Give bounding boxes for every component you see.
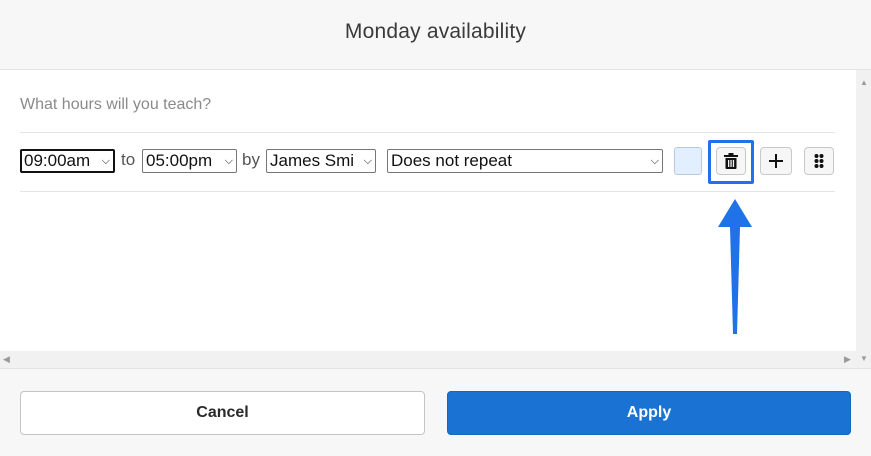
chevron-down-icon: ⌵: [650, 155, 659, 167]
end-time-value: 05:00pm: [146, 151, 213, 170]
repeat-value: Does not repeat: [391, 151, 512, 170]
scroll-left-icon[interactable]: ◀: [3, 354, 10, 365]
vertical-scrollbar[interactable]: ▲ ▼: [856, 70, 871, 368]
dialog-header: Monday availability: [0, 0, 871, 70]
end-time-select[interactable]: 05:00pm ⌵: [142, 149, 237, 173]
chevron-down-icon: ⌵: [224, 155, 233, 167]
plus-icon: [769, 154, 783, 168]
scroll-up-icon[interactable]: ▲: [860, 78, 868, 87]
scroll-right-icon[interactable]: ▶: [844, 354, 851, 365]
color-swatch[interactable]: [674, 147, 702, 175]
to-label: to: [121, 150, 136, 169]
cancel-button[interactable]: Cancel: [20, 391, 425, 435]
drag-button[interactable]: [804, 147, 834, 175]
by-label: by: [242, 150, 260, 169]
chevron-down-icon: ⌵: [363, 155, 372, 167]
scroll-down-icon[interactable]: ▼: [860, 354, 868, 363]
dialog-title: Monday availability: [344, 19, 527, 43]
start-time-select[interactable]: 09:00am ⌵: [20, 149, 115, 173]
question-label: What hours will you teach?: [20, 96, 212, 113]
dialog-footer: Cancel Apply: [0, 368, 871, 456]
start-time-value: 09:00am: [24, 151, 91, 170]
teacher-select[interactable]: James Smi ⌵: [266, 149, 376, 173]
add-button[interactable]: [760, 147, 792, 175]
availability-row: 09:00am ⌵ to 05:00pm ⌵ by James Smi ⌵ Do…: [20, 132, 835, 192]
delete-button-highlight: [708, 140, 754, 184]
horizontal-scrollbar[interactable]: ◀ ▶: [0, 351, 856, 368]
drag-handle-icon: [814, 154, 824, 168]
repeat-select[interactable]: Does not repeat ⌵: [387, 149, 663, 173]
arrow-up-icon: [718, 199, 752, 334]
apply-button[interactable]: Apply: [447, 391, 851, 435]
teacher-value: James Smi: [270, 151, 355, 170]
chevron-down-icon: ⌵: [101, 155, 110, 167]
